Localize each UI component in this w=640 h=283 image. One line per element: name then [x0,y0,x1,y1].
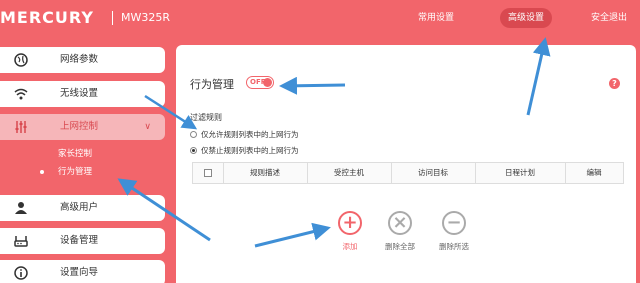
arrow-from-wireless [144,94,198,130]
watermark: 头条号 / 冬天不孤独 [551,270,632,280]
arrow-to-add-button [254,222,331,248]
annotation-arrows [117,37,551,248]
arrow-to-toggle [279,76,346,95]
arrow-to-advanced-settings [526,37,551,116]
arrow-to-behavior-management [117,178,211,242]
